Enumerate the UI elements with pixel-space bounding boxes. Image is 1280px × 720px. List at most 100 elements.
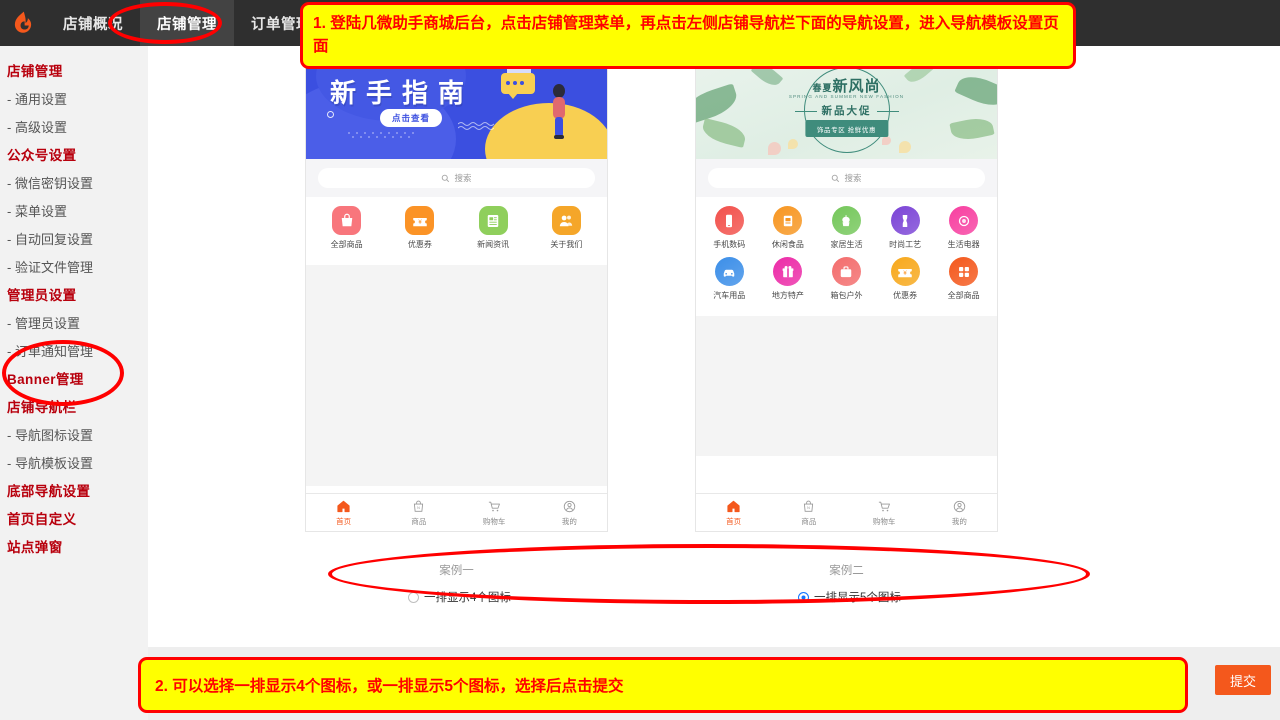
goods-bag-icon: N (414, 500, 424, 512)
banner-title: 春夏新风尚 (812, 78, 881, 95)
sidebar-item-7[interactable]: - 验证文件管理 (0, 252, 148, 280)
nav-icon-label: 新闻资讯 (477, 240, 510, 249)
cart-icon (488, 501, 500, 511)
nav-icon-cell[interactable]: 家居生活 (817, 206, 876, 250)
nav-icon-cell[interactable]: 手机数码 (700, 206, 759, 250)
sidebar-group-17[interactable]: 站点弹窗 (0, 532, 148, 560)
nav-icon-cell[interactable]: 时尚工艺 (876, 206, 935, 250)
annotation-ellipse-radio-options (328, 544, 1090, 604)
nav-icon-cell[interactable]: 休闲食品 (759, 206, 818, 250)
cart-icon (878, 501, 890, 511)
person-illustration-icon (553, 84, 565, 139)
sidebar-item-9[interactable]: - 管理员设置 (0, 308, 148, 336)
bottom-tabbar-case-two: 首页 N 商品 购物车 我的 (696, 493, 997, 531)
snack-box-icon (783, 215, 793, 226)
sidebar-item-4[interactable]: - 微信密钥设置 (0, 168, 148, 196)
svg-text:N: N (418, 506, 421, 510)
tabbar-label: 首页 (336, 516, 352, 526)
nav-icon-cell[interactable]: ¥ 优惠券 (383, 206, 456, 250)
coupon-icon: ¥ (898, 268, 912, 277)
goods-bag-icon: N (804, 500, 814, 512)
submit-button[interactable]: 提交 (1215, 665, 1271, 695)
nav-icon-label: 箱包户外 (830, 291, 863, 300)
app-logo[interactable] (0, 0, 46, 46)
home-life-icon (842, 214, 851, 226)
nav-icon-cell[interactable]: 全部商品 (934, 257, 993, 301)
shopping-bag-icon (341, 213, 352, 226)
sidebar-item-1[interactable]: - 通用设置 (0, 84, 148, 112)
nav-icon-cell[interactable]: 汽车用品 (700, 257, 759, 301)
tabbar-item-首页[interactable]: 首页 (306, 494, 381, 531)
tabbar-item-商品[interactable]: N 商品 (381, 494, 456, 531)
search-input[interactable]: 搜索 (318, 168, 595, 188)
nav-icon-label: 关于我们 (550, 240, 583, 249)
banner-middle-text: 新品大促 (794, 105, 899, 117)
nav-icon-label: 地方特产 (771, 291, 804, 300)
nav-icon-cell[interactable]: 新闻资讯 (457, 206, 530, 250)
flame-logo-icon (14, 11, 32, 33)
annotation-step-2: 2. 可以选择一排显示4个图标，或一排显示5个图标，选择后点击提交 (138, 657, 1188, 713)
sidebar-group-16[interactable]: 首页自定义 (0, 504, 148, 532)
sidebar-group-0[interactable]: 店铺管理 (0, 56, 148, 84)
home-icon (337, 500, 350, 512)
svg-text:N: N (808, 506, 811, 510)
home-life-icon-wrapper (831, 206, 861, 235)
nav-icon-label: 汽车用品 (713, 291, 746, 300)
annotation-step-1: 1. 登陆几微助手商城后台，点击店铺管理菜单，再点击左侧店铺导航栏下面的导航设置… (300, 2, 1076, 69)
page-root: 店铺概况 店铺管理 订单管理 店铺管理 - 通用设置 - 高级设置 公众号设置 - 微信密钥… (0, 0, 1280, 720)
preview-card-case-two[interactable]: 春夏新风尚 SPRING AND SUMMER NEW FASHION 新品大促… (695, 60, 998, 532)
nav-icon-cell[interactable]: 关于我们 (530, 206, 603, 250)
tabbar-item-商品[interactable]: N 商品 (771, 494, 846, 531)
tabbar-item-首页[interactable]: 首页 (696, 494, 771, 531)
nav-icon-cell[interactable]: 生活电器 (934, 206, 993, 250)
suitcase-icon-wrapper (831, 257, 861, 286)
search-placeholder: 搜索 (844, 173, 862, 183)
people-icon (560, 215, 573, 226)
tabbar-label: 购物车 (482, 516, 506, 526)
people-icon-wrapper (551, 206, 581, 235)
smartphone-icon (726, 214, 733, 227)
gift-icon-wrapper (773, 257, 803, 286)
search-band: 搜索 (306, 159, 607, 197)
banner-cta-button[interactable]: 点击查看 (380, 109, 443, 127)
search-icon (832, 174, 840, 182)
sidebar-item-5[interactable]: - 菜单设置 (0, 196, 148, 224)
snack-box-icon-wrapper (773, 206, 803, 235)
sidebar-item-2[interactable]: - 高级设置 (0, 112, 148, 140)
sidebar-item-6[interactable]: - 自动回复设置 (0, 224, 148, 252)
sidebar-group-8[interactable]: 管理员设置 (0, 280, 148, 308)
tabbar-item-购物车[interactable]: 购物车 (457, 494, 532, 531)
tabbar-label: 商品 (801, 516, 817, 526)
search-input[interactable]: 搜索 (708, 168, 985, 188)
user-icon (953, 500, 966, 512)
annotation-ellipse-shop-management-tab (108, 2, 222, 44)
coupon-icon-wrapper: ¥ (405, 206, 435, 235)
wave-decor-icon (458, 122, 494, 130)
nav-icon-cell[interactable]: 箱包户外 (817, 257, 876, 301)
tabbar-label: 首页 (726, 516, 742, 526)
banner-subtitle: SPRING AND SUMMER NEW FASHION (788, 94, 905, 99)
coupon-icon: ¥ (413, 217, 427, 226)
nav-icon-cell[interactable]: 全部商品 (310, 206, 383, 250)
sidebar-group-3[interactable]: 公众号设置 (0, 140, 148, 168)
sidebar-group-15[interactable]: 底部导航设置 (0, 476, 148, 504)
nav-icon-cell[interactable]: 地方特产 (759, 257, 818, 301)
main-content: 新手指南 点击查看 搜索 全部商品 ¥ 优惠券 新闻资讯 关于我们 首页 N 商… (148, 46, 1280, 720)
annotation-ellipse-sidebar-nav (2, 340, 124, 406)
car-icon (724, 269, 735, 277)
news-icon-wrapper (478, 206, 508, 235)
craft-icon (902, 214, 908, 227)
news-icon (487, 214, 499, 227)
search-icon (442, 174, 450, 182)
tabbar-item-我的[interactable]: 我的 (532, 494, 607, 531)
preview-card-case-one[interactable]: 新手指南 点击查看 搜索 全部商品 ¥ 优惠券 新闻资讯 关于我们 首页 N 商… (305, 60, 608, 532)
banner-cta-button[interactable]: 饰品专区 抢鲜优惠 (804, 120, 889, 137)
sidebar-item-14[interactable]: - 导航模板设置 (0, 448, 148, 476)
icon-grid-case-two: 手机数码 休闲食品 家居生活 时尚工艺 生活电器汽车用品 地方特产 箱包户外 ¥ 优惠券 全部商品 (696, 197, 997, 316)
tabbar-item-购物车[interactable]: 购物车 (847, 494, 922, 531)
icon-grid-case-one: 全部商品 ¥ 优惠券 新闻资讯 关于我们 (306, 197, 607, 265)
nav-icon-cell[interactable]: ¥ 优惠券 (876, 257, 935, 301)
sidebar-item-13[interactable]: - 导航图标设置 (0, 420, 148, 448)
tabbar-item-我的[interactable]: 我的 (922, 494, 997, 531)
appliance-icon-wrapper (949, 206, 979, 235)
